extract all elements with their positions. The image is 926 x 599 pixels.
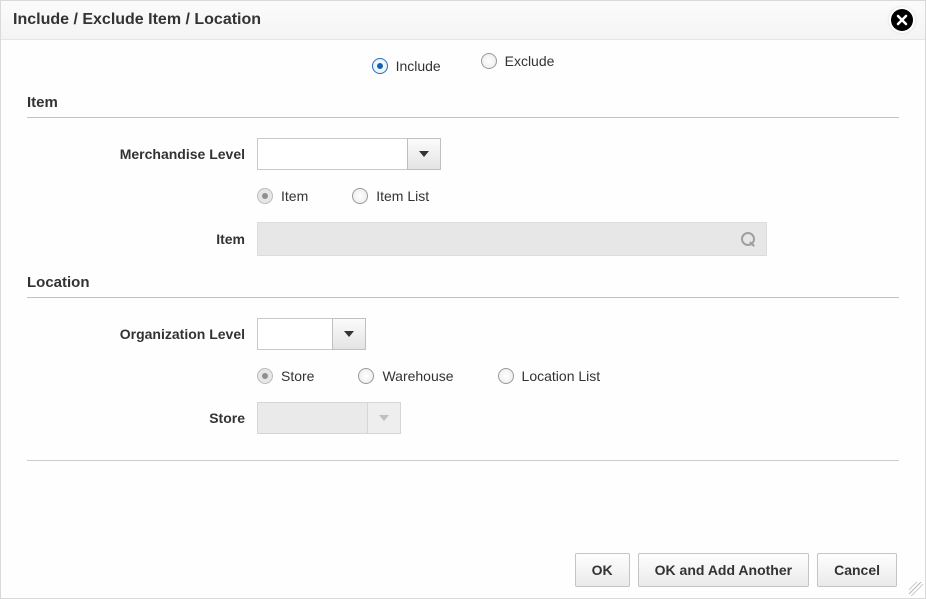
dialog-footer: OK OK and Add Another Cancel xyxy=(1,542,925,598)
item-lookup-row: Item xyxy=(27,222,899,256)
store-lookup-label: Store xyxy=(27,410,257,426)
item-search-input[interactable] xyxy=(257,222,767,256)
loc-type-loclist-label: Location List xyxy=(522,368,601,384)
item-section-header: Item xyxy=(27,94,899,111)
merchandise-level-row: Merchandise Level xyxy=(27,138,899,170)
include-exclude-row: Include Exclude xyxy=(27,53,899,74)
close-icon xyxy=(896,14,908,26)
dialog-titlebar: Include / Exclude Item / Location xyxy=(1,1,925,40)
item-type-row: Item Item List xyxy=(27,188,899,204)
organization-level-input[interactable] xyxy=(257,318,332,350)
merchandise-level-select[interactable] xyxy=(257,138,441,170)
mode-exclude-radio[interactable]: Exclude xyxy=(481,53,555,69)
mode-include-label: Include xyxy=(396,58,441,74)
ok-button[interactable]: OK xyxy=(575,553,630,587)
radio-icon xyxy=(372,58,388,74)
chevron-down-icon xyxy=(344,331,354,337)
merchandise-level-label: Merchandise Level xyxy=(27,146,257,162)
loc-type-loclist-radio[interactable]: Location List xyxy=(498,368,601,384)
organization-level-select[interactable] xyxy=(257,318,366,350)
dialog-body[interactable]: Include Exclude Item Merchandise Level xyxy=(9,41,917,538)
item-type-item-label: Item xyxy=(281,188,308,204)
store-dropdown-button xyxy=(367,402,401,434)
radio-icon xyxy=(481,53,497,69)
radio-icon xyxy=(498,368,514,384)
cancel-button[interactable]: Cancel xyxy=(817,553,897,587)
store-input xyxy=(257,402,367,434)
radio-icon xyxy=(257,188,273,204)
organization-level-label: Organization Level xyxy=(27,326,257,342)
item-lookup-label: Item xyxy=(27,231,257,247)
radio-icon xyxy=(358,368,374,384)
scroll-spacer xyxy=(27,465,899,538)
organization-level-dropdown-button[interactable] xyxy=(332,318,366,350)
include-exclude-dialog: Include / Exclude Item / Location Includ… xyxy=(0,0,926,599)
merchandise-level-dropdown-button[interactable] xyxy=(407,138,441,170)
loc-type-warehouse-radio[interactable]: Warehouse xyxy=(358,368,453,384)
loc-type-warehouse-label: Warehouse xyxy=(382,368,453,384)
mode-include-radio[interactable]: Include xyxy=(372,58,441,74)
location-section-rule xyxy=(27,297,899,298)
item-type-itemlist-label: Item List xyxy=(376,188,429,204)
ok-add-another-button[interactable]: OK and Add Another xyxy=(638,553,809,587)
location-type-row: Store Warehouse Location List xyxy=(27,368,899,384)
chevron-down-icon xyxy=(379,415,389,421)
organization-level-row: Organization Level xyxy=(27,318,899,350)
item-type-item-radio[interactable]: Item xyxy=(257,188,308,204)
merchandise-level-input[interactable] xyxy=(257,138,407,170)
loc-type-store-label: Store xyxy=(281,368,314,384)
loc-type-store-radio[interactable]: Store xyxy=(257,368,314,384)
radio-icon xyxy=(352,188,368,204)
body-bottom-rule xyxy=(27,460,899,461)
dialog-title: Include / Exclude Item / Location xyxy=(13,11,261,29)
radio-icon xyxy=(257,368,273,384)
store-lookup-row: Store xyxy=(27,402,899,434)
location-section-header: Location xyxy=(27,274,899,291)
item-type-itemlist-radio[interactable]: Item List xyxy=(352,188,429,204)
store-select xyxy=(257,402,401,434)
item-section-rule xyxy=(27,117,899,118)
search-icon xyxy=(740,231,756,247)
chevron-down-icon xyxy=(419,151,429,157)
mode-exclude-label: Exclude xyxy=(505,53,555,69)
resize-grip[interactable] xyxy=(909,582,923,596)
close-button[interactable] xyxy=(891,9,913,31)
